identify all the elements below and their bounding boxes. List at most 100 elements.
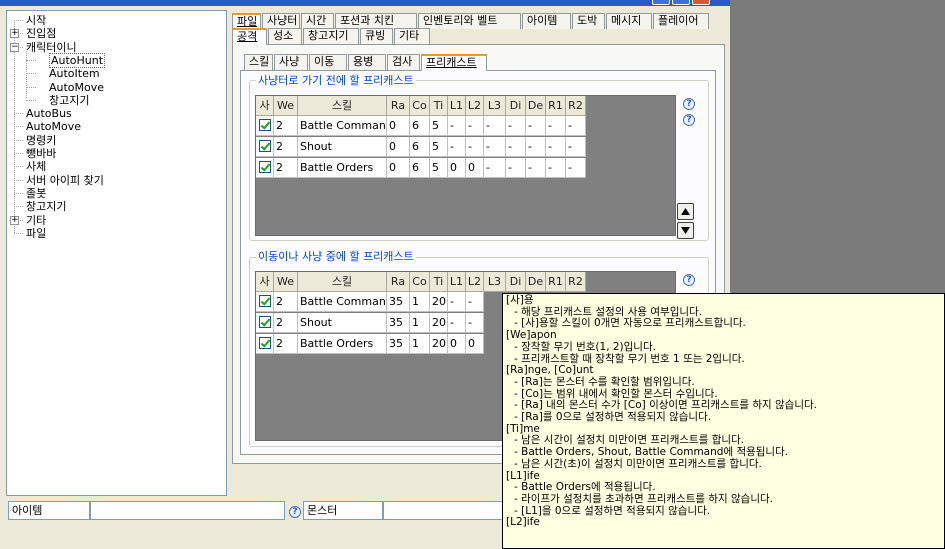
column-header[interactable]: Co (410, 96, 430, 116)
tree-item[interactable]: 명령키 (26, 134, 56, 147)
grid-cell[interactable]: - (566, 116, 586, 136)
grid-cell[interactable]: - (466, 137, 484, 157)
tab-main-8[interactable]: 플레이어 (653, 13, 709, 29)
tab-sub-3[interactable]: 큐빙 (360, 28, 393, 44)
grid-cell[interactable]: 0 (466, 158, 484, 178)
grid-cell[interactable]: 0 (448, 334, 466, 354)
grid-cell[interactable]: 2 (274, 313, 298, 333)
grid-cell[interactable]: 35 (387, 334, 410, 354)
grid-cell[interactable]: 1 (410, 334, 430, 354)
tree-item[interactable]: AutoHunt (49, 52, 106, 68)
grid-cell[interactable]: 2 (274, 292, 298, 312)
tab-sub-0[interactable]: 공격 (232, 28, 267, 45)
tree-item[interactable]: 서버 아이피 찾기 (26, 174, 104, 187)
tab-main-1[interactable]: 사냥터 (262, 13, 300, 29)
close-button[interactable] (692, 0, 710, 5)
tree-item[interactable]: 파일 (26, 227, 46, 240)
help-icon[interactable]: ? (683, 96, 696, 110)
grid-cell[interactable]: - (448, 116, 466, 136)
use-checkbox-cell[interactable] (256, 137, 274, 157)
grid-cell[interactable]: 0 (387, 137, 410, 157)
use-checkbox-cell[interactable] (256, 292, 274, 312)
grid-cell[interactable]: - (506, 116, 526, 136)
grid-cell[interactable]: - (506, 137, 526, 157)
grid-cell[interactable]: Battle Command (298, 292, 387, 312)
tree-item[interactable]: 졸봇 (26, 187, 46, 200)
precast-grid-pre-hunt[interactable]: 사 We 스킬 Ra Co Ti L1 L2 L3 Di De R1 R2 2 Battle Command… (255, 95, 676, 236)
checkbox-checked[interactable] (258, 295, 271, 307)
tab-main-6[interactable]: 도박 (572, 13, 605, 29)
grid-cell[interactable]: 6 (410, 137, 430, 157)
column-header[interactable]: Di (506, 272, 526, 292)
column-header[interactable]: Co (410, 272, 430, 292)
tab-attack-1[interactable]: 사냥 (274, 54, 308, 70)
grid-cell[interactable]: 5 (430, 116, 448, 136)
tree-item[interactable]: 진입점 (26, 27, 56, 40)
column-header[interactable]: We (274, 96, 298, 116)
grid-cell[interactable]: 0 (387, 116, 410, 136)
grid-cell[interactable]: 20 (430, 334, 448, 354)
grid-cell[interactable]: 35 (387, 313, 410, 333)
tree-item[interactable]: AutoMove (49, 81, 104, 94)
tree-item[interactable]: AutoItem (49, 67, 100, 80)
column-header[interactable]: 사 (256, 96, 274, 116)
tree-item[interactable]: 시작 (26, 14, 46, 27)
tree-item[interactable]: 창고지기 (26, 200, 66, 213)
grid-cell[interactable]: - (466, 116, 484, 136)
column-header[interactable]: R2 (566, 272, 586, 292)
tree-item[interactable]: 기타 (26, 214, 46, 227)
grid-cell[interactable]: 6 (410, 116, 430, 136)
grid-cell[interactable]: - (546, 158, 566, 178)
grid-cell[interactable]: Battle Orders (298, 158, 387, 178)
grid-cell[interactable]: - (484, 137, 506, 157)
tab-main-2[interactable]: 시간 (301, 13, 334, 29)
tree-item[interactable]: AutoBus (26, 107, 72, 120)
grid-cell[interactable]: 0 (466, 334, 484, 354)
grid-cell[interactable]: - (546, 116, 566, 136)
help-icon[interactable]: ? (289, 504, 301, 518)
column-header[interactable]: L2 (466, 272, 484, 292)
grid-cell[interactable]: Battle Command (298, 116, 387, 136)
use-checkbox-cell[interactable] (256, 313, 274, 333)
move-down-button[interactable] (677, 222, 694, 239)
tree-item[interactable]: AutoMove (26, 120, 81, 133)
tab-attack-2[interactable]: 이동 (309, 54, 347, 70)
grid-cell[interactable]: - (566, 137, 586, 157)
grid-cell[interactable]: Shout (298, 137, 387, 157)
expand-icon[interactable]: + (10, 29, 19, 39)
column-header[interactable]: L3 (484, 96, 506, 116)
column-header[interactable]: L3 (484, 272, 506, 292)
tree-item[interactable]: 뺑바바 (26, 147, 56, 160)
expand-icon[interactable]: + (10, 215, 19, 225)
tab-sub-4[interactable]: 기타 (394, 28, 430, 44)
grid-cell[interactable]: - (526, 137, 546, 157)
maximize-button[interactable] (672, 0, 690, 5)
help-icon[interactable]: ? (683, 112, 696, 126)
tab-main-4[interactable]: 인벤토리와 벨트 (418, 13, 521, 29)
tab-main-5[interactable]: 아이템 (522, 13, 571, 29)
grid-cell[interactable]: Shout (298, 313, 387, 333)
grid-cell[interactable]: - (566, 158, 586, 178)
column-header[interactable]: De (526, 272, 546, 292)
grid-cell[interactable]: - (466, 292, 484, 312)
tab-sub-1[interactable]: 성소 (268, 28, 302, 44)
column-header[interactable]: 스킬 (298, 96, 387, 116)
grid-cell[interactable]: 6 (410, 158, 430, 178)
use-checkbox-cell[interactable] (256, 116, 274, 136)
grid-cell[interactable]: 0 (387, 158, 410, 178)
grid-cell[interactable]: - (448, 292, 466, 312)
column-header[interactable]: Ti (430, 272, 448, 292)
checkbox-checked[interactable] (258, 316, 271, 328)
settings-tree[interactable]: 시작 + 진입점 − 캐릭터이니 AutoHunt AutoItem AutoMove 창고지기… (6, 10, 227, 496)
move-up-button[interactable] (677, 203, 694, 220)
grid-cell[interactable]: - (526, 116, 546, 136)
tree-item[interactable]: 캐릭터이니 (26, 41, 77, 54)
grid-cell[interactable]: 20 (430, 313, 448, 333)
collapse-icon[interactable]: − (10, 42, 19, 52)
column-header[interactable]: Ti (430, 96, 448, 116)
grid-cell[interactable]: - (466, 313, 484, 333)
column-header[interactable]: R1 (546, 272, 566, 292)
grid-cell[interactable]: 5 (430, 158, 448, 178)
grid-cell[interactable]: - (484, 158, 506, 178)
checkbox-checked[interactable] (258, 337, 271, 349)
